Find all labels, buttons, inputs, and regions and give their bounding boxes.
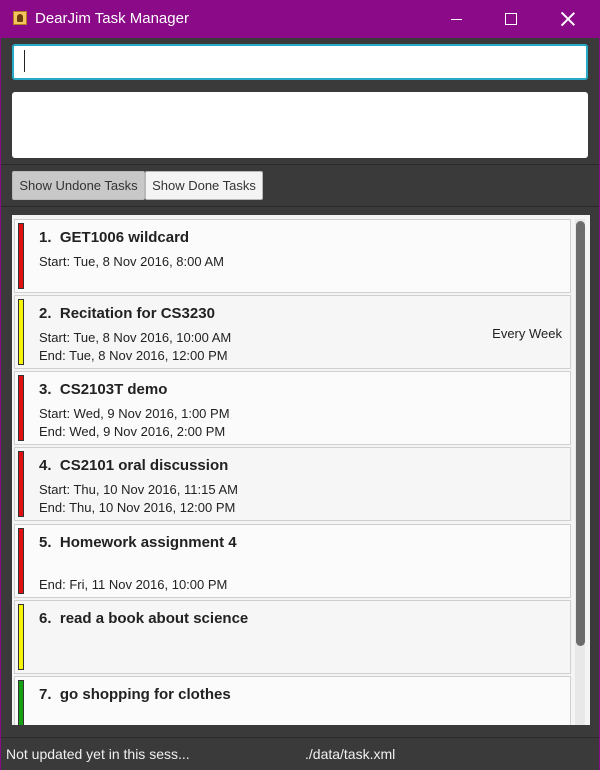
priority-indicator (18, 528, 24, 594)
priority-indicator (18, 375, 24, 441)
task-card[interactable]: 4. CS2101 oral discussion Start: Thu, 10… (14, 447, 571, 521)
maximize-icon (505, 13, 517, 25)
task-end: End: Fri, 11 Nov 2016, 10:00 PM (39, 577, 228, 592)
storage-file-path: ./data/task.xml (305, 746, 396, 762)
show-undone-tasks-button[interactable]: Show Undone Tasks (12, 171, 145, 200)
task-list[interactable]: 1. GET1006 wildcard Start: Tue, 8 Nov 20… (12, 215, 590, 725)
status-bar: Not updated yet in this sess... ./data/t… (1, 737, 599, 770)
task-card[interactable]: 6. read a book about science (14, 600, 571, 674)
task-title: 7. go shopping for clothes (39, 686, 231, 703)
text-cursor (24, 50, 25, 72)
result-display (12, 92, 588, 158)
priority-indicator (18, 680, 24, 725)
scrollbar-thumb[interactable] (576, 221, 585, 646)
divider (1, 206, 599, 207)
maximize-button[interactable] (488, 0, 534, 38)
priority-indicator (18, 604, 24, 670)
task-start: Start: Tue, 8 Nov 2016, 8:00 AM (39, 254, 224, 269)
close-button[interactable] (545, 0, 591, 38)
task-card[interactable]: 7. go shopping for clothes (14, 676, 571, 725)
close-icon (561, 12, 575, 26)
priority-indicator (18, 223, 24, 289)
app-window: DearJim Task Manager Show Undone Tasks S… (1, 0, 599, 770)
sync-status: Not updated yet in this sess... (6, 746, 190, 762)
task-end: End: Wed, 9 Nov 2016, 2:00 PM (39, 424, 226, 439)
task-card[interactable]: 2. Recitation for CS3230 Start: Tue, 8 N… (14, 295, 571, 369)
priority-indicator (18, 451, 24, 517)
task-title: 1. GET1006 wildcard (39, 229, 190, 246)
task-title: 6. read a book about science (39, 610, 249, 627)
minimize-icon (450, 18, 462, 20)
show-done-tasks-button[interactable]: Show Done Tasks (145, 171, 263, 200)
task-start: Start: Wed, 9 Nov 2016, 1:00 PM (39, 406, 230, 421)
recurrence-label: Every Week (492, 326, 562, 341)
minimize-button[interactable] (433, 0, 479, 38)
priority-indicator (18, 299, 24, 365)
task-end: End: Thu, 10 Nov 2016, 12:00 PM (39, 500, 236, 515)
task-end: End: Tue, 8 Nov 2016, 12:00 PM (39, 348, 228, 363)
task-title: 5. Homework assignment 4 (39, 534, 237, 551)
task-title: 3. CS2103T demo (39, 381, 168, 398)
window-title: DearJim Task Manager (35, 10, 189, 27)
app-icon (13, 11, 27, 25)
task-title: 2. Recitation for CS3230 (39, 305, 215, 322)
task-card[interactable]: 3. CS2103T demo Start: Wed, 9 Nov 2016, … (14, 371, 571, 445)
command-input[interactable] (12, 44, 588, 80)
task-card[interactable]: 1. GET1006 wildcard Start: Tue, 8 Nov 20… (14, 219, 571, 293)
task-start: Start: Tue, 8 Nov 2016, 10:00 AM (39, 330, 232, 345)
task-card[interactable]: 5. Homework assignment 4 End: Fri, 11 No… (14, 524, 571, 598)
title-bar[interactable]: DearJim Task Manager (1, 0, 599, 38)
task-start: Start: Thu, 10 Nov 2016, 11:15 AM (39, 482, 238, 497)
divider (1, 164, 599, 165)
task-title: 4. CS2101 oral discussion (39, 457, 229, 474)
